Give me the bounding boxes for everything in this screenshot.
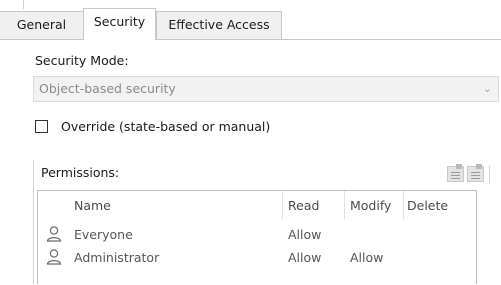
tab-general[interactable]: General: [0, 11, 84, 39]
security-mode-value: Object-based security: [39, 81, 176, 96]
user-icon: [46, 249, 62, 265]
row-read: Allow: [288, 227, 322, 242]
override-checkbox[interactable]: [35, 120, 48, 133]
edit-permission-icon[interactable]: [467, 164, 484, 182]
column-divider[interactable]: [344, 191, 345, 219]
permissions-list: Name Read Modify Delete Everyone Allow A…: [37, 190, 477, 284]
column-divider[interactable]: [403, 191, 404, 219]
add-permission-icon[interactable]: [447, 164, 464, 182]
row-name: Administrator: [74, 250, 160, 265]
column-divider[interactable]: [282, 191, 283, 219]
override-label[interactable]: Override (state-based or manual): [61, 119, 270, 135]
column-header-read[interactable]: Read: [288, 198, 319, 213]
table-row[interactable]: Everyone Allow: [38, 224, 476, 246]
row-name: Everyone: [74, 227, 133, 242]
row-modify: Allow: [350, 250, 384, 265]
chevron-down-icon: ⌄: [482, 82, 492, 95]
permissions-label: Permissions:: [41, 165, 120, 180]
tab-effective-access[interactable]: Effective Access: [156, 11, 282, 39]
tab-security[interactable]: Security: [83, 8, 156, 40]
column-header-delete[interactable]: Delete: [407, 198, 448, 213]
row-read: Allow: [288, 250, 322, 265]
toolbar-divider: [489, 166, 490, 184]
security-mode-select[interactable]: Object-based security ⌄: [33, 76, 499, 102]
user-icon: [46, 226, 62, 242]
security-mode-label: Security Mode:: [35, 53, 129, 68]
tab-strip: General Security Effective Access: [0, 8, 501, 40]
column-header-name[interactable]: Name: [74, 198, 111, 213]
column-header-modify[interactable]: Modify: [350, 198, 391, 213]
table-row[interactable]: Administrator Allow Allow: [38, 247, 476, 269]
